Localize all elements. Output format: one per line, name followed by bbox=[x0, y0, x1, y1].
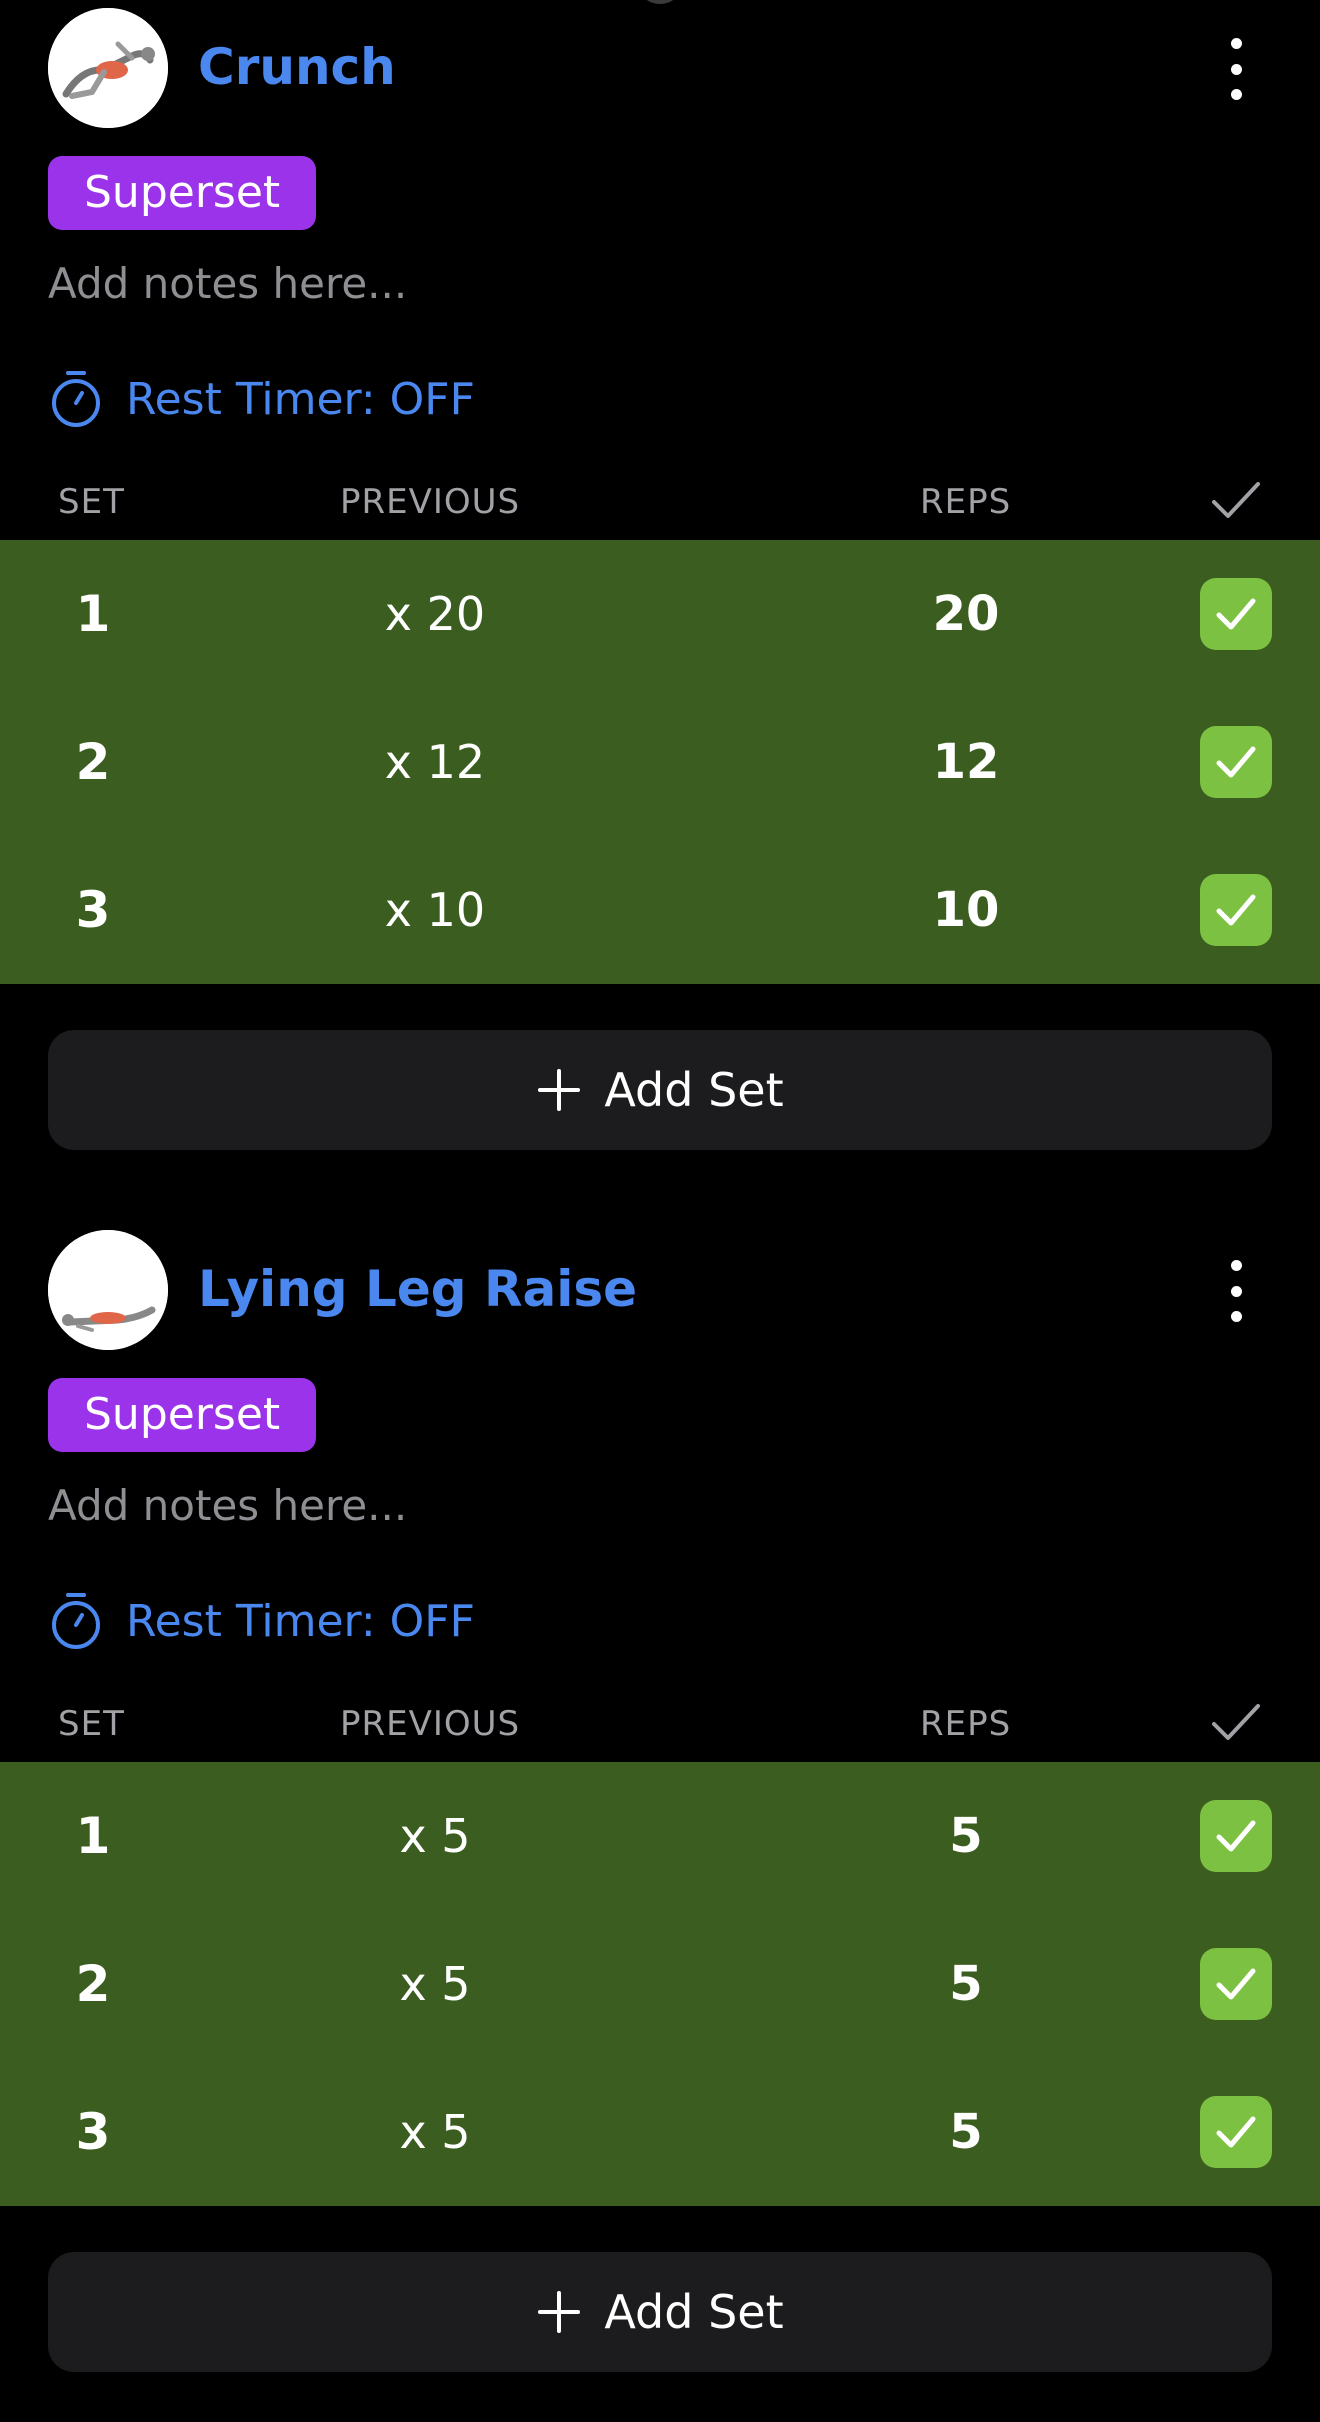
set-number[interactable]: 3 bbox=[58, 2058, 128, 2206]
previous-value[interactable]: x 5 bbox=[300, 1910, 570, 2058]
notes-input[interactable]: Add notes here... bbox=[48, 1476, 407, 1536]
check-icon bbox=[1216, 1820, 1256, 1852]
set-number[interactable]: 2 bbox=[58, 1910, 128, 2058]
check-icon bbox=[1216, 2116, 1256, 2148]
exercise-card-crunch: Crunch Superset Add notes here... Rest T… bbox=[0, 0, 1320, 1200]
sets-table-body: 1 x 20 20 2 x 12 12 3 x 10 10 bbox=[0, 540, 1320, 984]
stopwatch-icon bbox=[52, 1593, 100, 1649]
stopwatch-icon bbox=[52, 371, 100, 427]
check-icon bbox=[1210, 476, 1262, 535]
set-complete-checkbox[interactable] bbox=[1200, 874, 1272, 946]
rest-timer-button[interactable]: Rest Timer: OFF bbox=[48, 364, 475, 434]
rest-timer-label: Rest Timer: OFF bbox=[126, 373, 475, 425]
add-set-button[interactable]: Add Set bbox=[48, 2252, 1272, 2372]
previous-value[interactable]: x 20 bbox=[300, 540, 570, 688]
set-number[interactable]: 1 bbox=[58, 540, 128, 688]
previous-value[interactable]: x 5 bbox=[300, 1762, 570, 1910]
previous-value[interactable]: x 10 bbox=[300, 836, 570, 984]
set-complete-checkbox[interactable] bbox=[1200, 1800, 1272, 1872]
add-set-label: Add Set bbox=[604, 1063, 784, 1117]
column-previous: PREVIOUS bbox=[340, 482, 521, 522]
plus-icon bbox=[538, 2291, 581, 2333]
set-row: 3 x 5 5 bbox=[0, 2058, 1320, 2206]
rest-timer-button[interactable]: Rest Timer: OFF bbox=[48, 1586, 475, 1656]
exercise-name[interactable]: Crunch bbox=[198, 36, 396, 98]
set-number[interactable]: 1 bbox=[58, 1762, 128, 1910]
notes-input[interactable]: Add notes here... bbox=[48, 254, 407, 314]
sets-table-header: SET PREVIOUS REPS bbox=[0, 1692, 1320, 1752]
set-complete-checkbox[interactable] bbox=[1200, 1948, 1272, 2020]
previous-value[interactable]: x 5 bbox=[300, 2058, 570, 2206]
sets-table-header: SET PREVIOUS REPS bbox=[0, 470, 1320, 530]
add-set-button[interactable]: Add Set bbox=[48, 1030, 1272, 1150]
set-row: 2 x 5 5 bbox=[0, 1910, 1320, 2058]
add-set-label: Add Set bbox=[604, 2285, 784, 2339]
column-reps: REPS bbox=[920, 1704, 1012, 1744]
sets-table-body: 1 x 5 5 2 x 5 5 3 x 5 5 bbox=[0, 1762, 1320, 2206]
exercise-name[interactable]: Lying Leg Raise bbox=[198, 1258, 637, 1320]
exercise-card-lying-leg-raise: Lying Leg Raise Superset Add notes here.… bbox=[0, 1222, 1320, 2422]
crunch-thumbnail-icon[interactable] bbox=[48, 8, 168, 128]
reps-input[interactable]: 10 bbox=[866, 836, 1066, 984]
set-row: 1 x 20 20 bbox=[0, 540, 1320, 688]
check-icon bbox=[1216, 894, 1256, 926]
check-icon bbox=[1216, 1968, 1256, 2000]
more-options-icon[interactable] bbox=[1210, 38, 1262, 100]
reps-input[interactable]: 20 bbox=[866, 540, 1066, 688]
set-row: 1 x 5 5 bbox=[0, 1762, 1320, 1910]
superset-badge[interactable]: Superset bbox=[48, 1378, 317, 1452]
set-row: 3 x 10 10 bbox=[0, 836, 1320, 984]
more-options-icon[interactable] bbox=[1210, 1260, 1262, 1322]
column-previous: PREVIOUS bbox=[340, 1704, 521, 1744]
set-number[interactable]: 3 bbox=[58, 836, 128, 984]
column-set: SET bbox=[58, 1704, 125, 1744]
set-number[interactable]: 2 bbox=[58, 688, 128, 836]
set-complete-checkbox[interactable] bbox=[1200, 726, 1272, 798]
set-row: 2 x 12 12 bbox=[0, 688, 1320, 836]
set-complete-checkbox[interactable] bbox=[1200, 2096, 1272, 2168]
check-icon bbox=[1216, 598, 1256, 630]
rest-timer-label: Rest Timer: OFF bbox=[126, 1595, 475, 1647]
set-complete-checkbox[interactable] bbox=[1200, 578, 1272, 650]
plus-icon bbox=[538, 1069, 581, 1111]
superset-badge[interactable]: Superset bbox=[48, 156, 317, 230]
reps-input[interactable]: 12 bbox=[866, 688, 1066, 836]
previous-value[interactable]: x 12 bbox=[300, 688, 570, 836]
leg-raise-thumbnail-icon[interactable] bbox=[48, 1230, 168, 1350]
column-reps: REPS bbox=[920, 482, 1012, 522]
check-icon bbox=[1216, 746, 1256, 778]
reps-input[interactable]: 5 bbox=[866, 2058, 1066, 2206]
reps-input[interactable]: 5 bbox=[866, 1910, 1066, 2058]
exercise-header: Lying Leg Raise bbox=[0, 1222, 1320, 1362]
check-icon bbox=[1210, 1698, 1262, 1757]
exercise-header: Crunch bbox=[0, 0, 1320, 140]
column-set: SET bbox=[58, 482, 125, 522]
reps-input[interactable]: 5 bbox=[866, 1762, 1066, 1910]
